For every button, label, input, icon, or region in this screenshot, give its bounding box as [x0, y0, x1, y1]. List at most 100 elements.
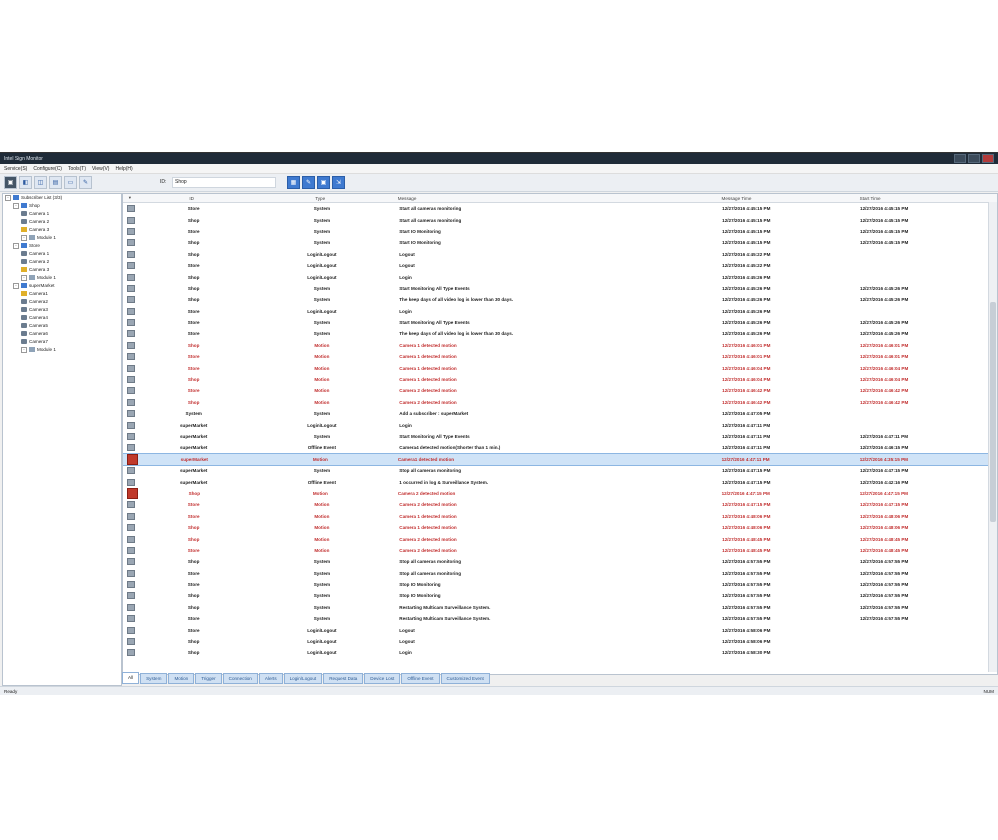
table-row[interactable]: Store Motion Camera 2 detected motion 12/27…: [123, 385, 997, 396]
expand-toggle-icon[interactable]: −: [13, 282, 19, 289]
menu-help[interactable]: Help(H): [115, 166, 132, 172]
monitor-icon[interactable]: ▣: [4, 176, 17, 189]
expand-toggle-icon[interactable]: −: [21, 274, 27, 281]
minimize-button[interactable]: [954, 154, 966, 163]
table-row[interactable]: superMarket System Stop all cameras monito…: [123, 465, 997, 476]
tab-connection[interactable]: Connection: [222, 673, 258, 684]
table-row[interactable]: Shop Motion Camera 2 detected motion 12/27/…: [123, 487, 997, 499]
tree-node[interactable]: Camera 2: [3, 258, 121, 266]
group-icon[interactable]: ◫: [34, 176, 47, 189]
table-row[interactable]: Store System Stop IO Monitoring 12/27/2016 …: [123, 579, 997, 590]
id-field[interactable]: Shop: [172, 177, 276, 188]
tool-icon[interactable]: ✎: [79, 176, 92, 189]
table-row[interactable]: superMarket Login\Logout Login 12/27/2016 4…: [123, 419, 997, 430]
tree-node[interactable]: Camera4: [3, 314, 121, 322]
table-row[interactable]: Shop Login\Logout Logout 12/27/2016 4:45:22…: [123, 249, 997, 260]
edit-icon[interactable]: ✎: [302, 176, 315, 189]
menu-configure[interactable]: Configure(C): [33, 166, 62, 172]
menu-tools[interactable]: Tools(T): [68, 166, 86, 172]
table-row[interactable]: Shop Login\Logout Logout 12/27/2016 4:58:06…: [123, 636, 997, 647]
table-row[interactable]: Shop Motion Camera 1 detected motion 12/27/…: [123, 374, 997, 385]
scrollbar-thumb[interactable]: [990, 302, 996, 522]
table-row[interactable]: Shop Motion Camera 2 detected motion 12/27/…: [123, 533, 997, 544]
tab-all[interactable]: All: [122, 672, 140, 684]
header-start-time[interactable]: Start Time: [820, 196, 997, 201]
table-row[interactable]: Shop System Start Monitoring All Type Even…: [123, 283, 997, 294]
tab-trigger[interactable]: Trigger: [195, 673, 222, 684]
tree-node[interactable]: Camera1: [3, 290, 121, 298]
table-row[interactable]: Shop Motion Camera 1 detected motion 12/27/…: [123, 340, 997, 351]
expand-toggle-icon[interactable]: −: [13, 202, 19, 209]
table-row[interactable]: Store Motion Camera 1 detected motion 12/27…: [123, 351, 997, 362]
menu-view[interactable]: View(V): [92, 166, 109, 172]
header-type[interactable]: Type: [247, 196, 394, 201]
subscriber-tree[interactable]: − Subscriber List (3/3) − Shop Camera 1 Camer…: [2, 193, 122, 686]
table-row[interactable]: Store Login\Logout Logout 12/27/2016 4:45:2…: [123, 260, 997, 271]
table-row[interactable]: Store System Stop all cameras monitoring 12…: [123, 568, 997, 579]
table-row[interactable]: System System Add a subscriber : superMark…: [123, 408, 997, 419]
tree-node[interactable]: Camera5: [3, 322, 121, 330]
tab-request-data[interactable]: Request Data: [323, 673, 364, 684]
tree-node[interactable]: − Module 1: [3, 234, 121, 242]
table-row[interactable]: Shop Login\Logout Login 12/27/2016 4:45:26 …: [123, 271, 997, 282]
tree-node[interactable]: Camera 1: [3, 210, 121, 218]
table-row[interactable]: Shop System Stop IO Monitoring 12/27/2016 4…: [123, 590, 997, 601]
tab-login-logout[interactable]: Login\Logout: [283, 673, 323, 684]
vertical-scrollbar[interactable]: [988, 202, 997, 672]
table-row[interactable]: superMarket Motion Camera1 detected motion…: [123, 452, 997, 467]
save-icon[interactable]: ▣: [317, 176, 330, 189]
tree-node[interactable]: Camera 1: [3, 250, 121, 258]
tab-offline-event[interactable]: Offline Event: [401, 673, 440, 684]
table-row[interactable]: Shop System Start IO Monitoring 12/27/2016 …: [123, 237, 997, 248]
table-row[interactable]: Store Motion Camera 2 detected motion 12/27…: [123, 545, 997, 556]
table-row[interactable]: Shop Motion Camera 1 detected motion 12/27/…: [123, 522, 997, 533]
table-row[interactable]: Shop System The keep days of all video log…: [123, 294, 997, 305]
tree-node[interactable]: − Module 1: [3, 346, 121, 354]
close-button[interactable]: [982, 154, 994, 163]
table-row[interactable]: superMarket Offline Event 1 occurred in lo…: [123, 476, 997, 487]
tab-device-lost[interactable]: Device Lost: [364, 673, 401, 684]
document-icon[interactable]: ▤: [49, 176, 62, 189]
tree-node[interactable]: − Store: [3, 242, 121, 250]
expand-toggle-icon[interactable]: −: [21, 234, 27, 241]
tree-node[interactable]: Camera 2: [3, 218, 121, 226]
disabled-icon[interactable]: ▭: [64, 176, 77, 189]
header-id[interactable]: ID: [137, 196, 247, 201]
table-row[interactable]: Shop System Start all cameras monitoring 12…: [123, 214, 997, 225]
table-row[interactable]: Store Login\Logout Logout 12/27/2016 4:58:0…: [123, 624, 997, 635]
menu-service[interactable]: Service(S): [4, 166, 27, 172]
tab-motion[interactable]: Motion: [168, 673, 195, 684]
tree-node[interactable]: − superMarket: [3, 282, 121, 290]
tree-node[interactable]: − Module 1: [3, 274, 121, 282]
header-message[interactable]: Message: [394, 196, 722, 201]
maximize-button[interactable]: [968, 154, 980, 163]
table-row[interactable]: superMarket System Start Monitoring All Ty…: [123, 431, 997, 442]
tree-node[interactable]: Camera3: [3, 306, 121, 314]
export-icon[interactable]: ⇲: [332, 176, 345, 189]
table-row[interactable]: Store Motion Camera 1 detected motion 12/27…: [123, 511, 997, 522]
tree-node[interactable]: Camera 3: [3, 266, 121, 274]
table-row[interactable]: superMarket Offline Event Camera4 detected…: [123, 442, 997, 453]
sort-arrow-icon[interactable]: ▾: [123, 195, 137, 201]
expand-toggle-icon[interactable]: −: [13, 242, 19, 249]
tree-node[interactable]: − Subscriber List (3/3): [3, 194, 121, 202]
table-row[interactable]: Shop Login\Logout Login 12/27/2016 4:58:30 …: [123, 647, 997, 658]
tree-node[interactable]: Camera 3: [3, 226, 121, 234]
table-row[interactable]: Store Motion Camera 2 detected motion 12/27…: [123, 499, 997, 510]
expand-toggle-icon[interactable]: −: [21, 346, 27, 353]
table-row[interactable]: Store System Start IO Monitoring 12/27/2016…: [123, 226, 997, 237]
table-row[interactable]: Shop System Restarting Multicam Surveillan…: [123, 602, 997, 613]
tree-node[interactable]: Camera7: [3, 338, 121, 346]
tab-customized-event[interactable]: Customized Event: [440, 673, 490, 684]
table-row[interactable]: Store System Start Monitoring All Type Eve…: [123, 317, 997, 328]
camera-view-icon[interactable]: ◧: [19, 176, 32, 189]
table-row[interactable]: Store System The keep days of all video lo…: [123, 328, 997, 339]
tree-node[interactable]: Camera6: [3, 330, 121, 338]
tab-alerts[interactable]: Alerts: [258, 673, 283, 684]
grid-view-icon[interactable]: ▦: [287, 176, 300, 189]
header-message-time[interactable]: Message Time: [722, 196, 820, 201]
table-row[interactable]: Store Motion Camera 1 detected motion 12/27…: [123, 362, 997, 373]
table-row[interactable]: Store Login\Logout Login 12/27/2016 4:45:26…: [123, 306, 997, 317]
tab-system[interactable]: System: [140, 673, 168, 684]
table-row[interactable]: Shop Motion Camera 2 detected motion 12/27/…: [123, 397, 997, 408]
